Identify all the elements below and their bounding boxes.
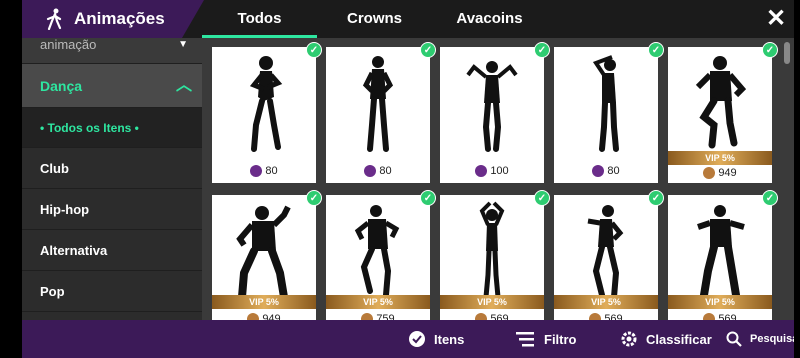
avacoin-icon: [589, 313, 602, 320]
animation-card[interactable]: ✓ VIP 5% 759: [326, 190, 436, 320]
filtro-label: Filtro: [544, 331, 577, 347]
avacoin-icon: [247, 313, 260, 320]
dance-pose-icon: [354, 205, 400, 298]
dance-pose-icon: [466, 61, 518, 152]
owned-check-icon: ✓: [306, 190, 322, 206]
header-bar: Animações Todos Crowns Avacoins ✕: [22, 0, 794, 38]
dance-pose-icon: [236, 205, 291, 301]
animation-card[interactable]: ✓ VIP 5% 569: [554, 190, 664, 320]
owned-check-icon: ✓: [534, 42, 550, 58]
price-tag: 949: [668, 167, 772, 180]
animation-card[interactable]: ✓ 80: [212, 42, 322, 183]
filtro-button[interactable]: Filtro: [516, 320, 577, 358]
sidebar-item-pop[interactable]: Pop: [22, 271, 202, 312]
owned-check-icon: ✓: [648, 190, 664, 206]
price-tag: 80: [212, 165, 316, 178]
sidebar-item-danca[interactable]: Dança ︿: [22, 64, 202, 108]
sidebar-item-label: • Todos os Itens •: [40, 121, 139, 135]
dance-pose-icon: [587, 205, 624, 300]
walking-person-icon: [46, 8, 62, 30]
owned-check-icon: ✓: [762, 42, 778, 58]
pesquisa-button[interactable]: Pesquisa: [726, 320, 794, 358]
app-window: Animações Todos Crowns Avacoins ✕ animaç…: [22, 0, 794, 358]
tab-crowns[interactable]: Crowns: [317, 0, 432, 38]
sidebar-item-hip-hop[interactable]: Hip-hop: [22, 189, 202, 230]
header-notch: [182, 0, 204, 38]
header-title-block: Animações: [22, 0, 182, 38]
owned-check-icon: ✓: [762, 190, 778, 206]
price-tag: 759: [326, 313, 430, 320]
owned-check-icon: ✓: [648, 42, 664, 58]
close-icon[interactable]: ✕: [764, 7, 788, 31]
avacoin-icon: [475, 313, 488, 320]
animation-card[interactable]: ✓ 100: [440, 42, 550, 183]
crown-coin-icon: [250, 165, 263, 178]
crown-coin-icon: [592, 165, 605, 178]
dance-pose-icon: [592, 55, 619, 152]
crown-coin-icon: [364, 165, 377, 178]
price-tag: 569: [440, 313, 544, 320]
gear-icon: [621, 331, 637, 347]
animation-card[interactable]: ✓ VIP 5% 569: [668, 190, 778, 320]
animation-card[interactable]: ✓ 80: [326, 42, 436, 183]
itens-label: Itens: [434, 331, 465, 347]
vip-badge: VIP 5%: [668, 151, 772, 165]
owned-check-icon: ✓: [534, 190, 550, 206]
animation-grid: ✓ 80 ✓ 80 ✓ 100 ✓ 80 ✓ VIP 5% 949 ✓ VIP …: [202, 38, 794, 320]
price-tag: 80: [554, 165, 658, 178]
search-icon: [726, 331, 742, 347]
chevron-up-icon: ︿: [175, 77, 192, 94]
dance-pose-icon: [697, 205, 745, 299]
price-tag: 80: [326, 165, 430, 178]
sidebar-item-club[interactable]: Club: [22, 148, 202, 189]
owned-check-icon: ✓: [420, 190, 436, 206]
dance-pose-icon: [479, 201, 505, 300]
page-title: Animações: [74, 9, 165, 28]
crown-coin-icon: [475, 165, 488, 178]
avacoin-icon: [703, 167, 716, 180]
tab-bar: Todos Crowns Avacoins: [202, 0, 547, 38]
tab-avacoins[interactable]: Avacoins: [432, 0, 547, 38]
pesquisa-label: Pesquisa: [750, 333, 794, 345]
price-tag: 949: [212, 313, 316, 320]
price-tag: 100: [440, 165, 544, 178]
vip-badge: VIP 5%: [554, 295, 658, 309]
vip-badge: VIP 5%: [440, 295, 544, 309]
vip-badge: VIP 5%: [212, 295, 316, 309]
avacoin-icon: [703, 313, 716, 320]
bottom-toolbar: Itens Filtro Classificar Pesquisa: [22, 320, 794, 358]
filter-icon: [516, 332, 534, 347]
check-circle-icon: [409, 331, 425, 347]
dance-pose-icon: [362, 56, 394, 152]
sidebar-subitem-todos-os-itens[interactable]: • Todos os Itens •: [22, 108, 202, 148]
classificar-button[interactable]: Classificar: [620, 320, 712, 358]
price-tag: 569: [668, 313, 772, 320]
dance-pose-icon: [249, 56, 283, 152]
avacoin-icon: [361, 313, 374, 320]
animation-card[interactable]: ✓ VIP 5% 949: [212, 190, 322, 320]
animation-card[interactable]: ✓ 80: [554, 42, 664, 183]
classificar-label: Classificar: [646, 331, 712, 347]
sidebar: animação ▼ Dança ︿ • Todos os Itens • Cl…: [22, 38, 202, 320]
dance-pose-icon: [695, 56, 747, 149]
owned-check-icon: ✓: [306, 42, 322, 58]
device-bezel-right: [794, 0, 800, 358]
animation-card[interactable]: ✓ VIP 5% 949: [668, 42, 778, 183]
chevron-down-icon: ▼: [178, 39, 188, 50]
vip-badge: VIP 5%: [668, 295, 772, 309]
sidebar-item-label: animação: [40, 38, 97, 52]
animation-card[interactable]: ✓ VIP 5% 569: [440, 190, 550, 320]
scrollbar-thumb[interactable]: [784, 42, 790, 64]
sidebar-item-alternativa[interactable]: Alternativa: [22, 230, 202, 271]
device-bezel-left: [0, 0, 22, 358]
tab-todos[interactable]: Todos: [202, 0, 317, 38]
owned-check-icon: ✓: [420, 42, 436, 58]
sidebar-item-label: Dança: [40, 78, 83, 94]
sidebar-item-animacao[interactable]: animação ▼: [22, 38, 202, 64]
itens-button[interactable]: Itens: [408, 320, 464, 358]
vip-badge: VIP 5%: [326, 295, 430, 309]
price-tag: 569: [554, 313, 658, 320]
